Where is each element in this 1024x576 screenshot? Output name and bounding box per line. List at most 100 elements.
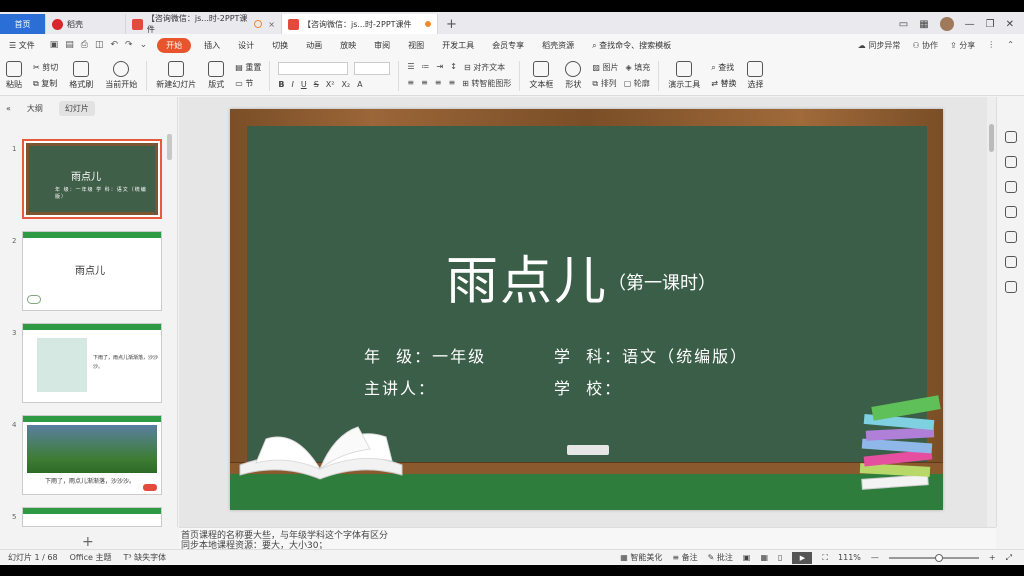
new-tab-button[interactable]: + bbox=[438, 14, 465, 34]
normal-view-icon[interactable]: ▣ bbox=[743, 553, 751, 562]
collapse-ribbon-icon[interactable]: ⌃ bbox=[1007, 40, 1014, 51]
menu-docer-resources[interactable]: 稻壳资源 bbox=[533, 40, 583, 51]
menu-animation[interactable]: 动画 bbox=[297, 40, 331, 51]
zoom-slider-handle[interactable] bbox=[934, 553, 943, 562]
reset-button[interactable]: ▤ 重置 bbox=[235, 62, 261, 73]
restore-icon[interactable]: ❐ bbox=[986, 19, 995, 30]
fullscreen-icon[interactable]: ⤢ bbox=[1006, 553, 1012, 563]
zoom-out-icon[interactable]: — bbox=[871, 553, 879, 562]
location-icon[interactable] bbox=[1004, 256, 1017, 268]
export-pdf-icon[interactable]: ▤ bbox=[65, 40, 74, 50]
menu-review[interactable]: 审阅 bbox=[365, 40, 399, 51]
font-color-icon[interactable]: A bbox=[357, 80, 362, 89]
fill-button[interactable]: ◈ 填充 bbox=[626, 62, 651, 73]
copy-button[interactable]: ⧉ 复制 bbox=[33, 78, 58, 89]
notes-pane[interactable]: 首页课程的名称要大些，与年级学科这个字体有区分 同步本地课程资源：要大，大小30… bbox=[179, 527, 996, 549]
layout-button[interactable]: 版式 bbox=[202, 61, 230, 90]
outline-button[interactable]: ▢ 轮廓 bbox=[624, 78, 650, 89]
play-slideshow-button[interactable]: ▶ bbox=[792, 551, 813, 564]
comments-button[interactable]: ✎ 批注 bbox=[708, 552, 733, 563]
speaker-text[interactable]: 主讲人： bbox=[364, 375, 436, 399]
convert-smartart-button[interactable]: ⊞ 转智能图形 bbox=[462, 78, 511, 89]
new-slide-button[interactable]: 新建幻灯片 bbox=[150, 61, 202, 90]
font-size-select[interactable] bbox=[354, 62, 391, 75]
export-icon[interactable] bbox=[1004, 281, 1017, 293]
adjust-icon[interactable] bbox=[1004, 156, 1017, 168]
collab-button[interactable]: ⚇ 协作 bbox=[912, 40, 938, 51]
menu-slideshow[interactable]: 放映 bbox=[331, 40, 365, 51]
grade-text[interactable]: 年 级：一年级 bbox=[364, 343, 486, 367]
menu-insert[interactable]: 插入 bbox=[195, 40, 229, 51]
layout-icon[interactable]: ▭ bbox=[899, 19, 908, 30]
customize-icon[interactable]: ⌄ bbox=[140, 40, 148, 50]
zoom-slider[interactable] bbox=[888, 553, 979, 562]
slide-thumbnail-2[interactable]: 雨点儿 bbox=[22, 231, 162, 311]
more-icon[interactable]: ⋮ bbox=[987, 40, 995, 51]
fit-window-icon[interactable]: ⛶ bbox=[822, 553, 828, 563]
menu-view[interactable]: 视图 bbox=[399, 40, 433, 51]
redo-icon[interactable]: ↷ bbox=[125, 40, 133, 50]
slide-thumbnail-1[interactable]: 雨点儿 年 级：一年级 学 科：语文（统编版） bbox=[22, 139, 162, 219]
image-icon[interactable] bbox=[1004, 231, 1017, 243]
smart-beautify-button[interactable]: ▦ 智能美化 bbox=[620, 552, 662, 563]
school-text[interactable]: 学 校： bbox=[554, 375, 622, 399]
align-text-button[interactable]: ⊟ 对齐文本 bbox=[464, 62, 505, 73]
remarks-button[interactable]: ≡ 备注 bbox=[672, 552, 697, 563]
underline-icon[interactable]: U bbox=[301, 80, 307, 89]
superscript-icon[interactable]: X² bbox=[326, 80, 335, 89]
minimize-icon[interactable]: — bbox=[965, 19, 975, 30]
strikethrough-icon[interactable]: S bbox=[314, 80, 319, 89]
sync-status[interactable]: ☁ 同步异常 bbox=[858, 40, 901, 51]
design-icon[interactable] bbox=[1004, 131, 1017, 143]
theme-name[interactable]: Office 主题 bbox=[70, 552, 112, 563]
bullets-icon[interactable]: ☰ bbox=[407, 62, 414, 73]
italic-icon[interactable]: I bbox=[291, 80, 293, 89]
print-icon[interactable]: ⎙ bbox=[81, 40, 88, 50]
textbox-button[interactable]: 文本框 bbox=[523, 61, 559, 90]
align-left-icon[interactable]: ≡ bbox=[407, 78, 414, 89]
avatar[interactable] bbox=[939, 17, 954, 31]
share-button[interactable]: ⇪ 分享 bbox=[950, 40, 975, 51]
zoom-level[interactable]: 111% bbox=[838, 553, 861, 562]
menu-member[interactable]: 会员专享 bbox=[483, 40, 533, 51]
subject-text[interactable]: 学 科：语文（统编版） bbox=[554, 343, 748, 367]
add-slide-button[interactable]: + bbox=[82, 534, 94, 550]
collapse-panel-icon[interactable]: « bbox=[6, 104, 11, 113]
save-icon[interactable]: ▣ bbox=[50, 40, 59, 50]
tab-document-2[interactable]: 【咨询微信：js...时-2PPT课件 bbox=[282, 14, 438, 34]
slide-subtitle[interactable]: （第一课时） bbox=[608, 269, 716, 295]
align-right-icon[interactable]: ≡ bbox=[435, 78, 442, 89]
presenter-tools-button[interactable]: 演示工具 bbox=[662, 61, 706, 90]
undo-icon[interactable]: ↶ bbox=[110, 40, 118, 50]
paste-button[interactable]: 粘贴 bbox=[0, 61, 28, 90]
tab-outline[interactable]: 大纲 bbox=[21, 101, 49, 116]
justify-icon[interactable]: ≡ bbox=[448, 78, 455, 89]
canvas-scrollbar[interactable] bbox=[987, 97, 996, 527]
select-button[interactable]: 选择 bbox=[741, 61, 769, 90]
subscript-icon[interactable]: X₂ bbox=[341, 80, 350, 89]
find-button[interactable]: ⌕ 查找 bbox=[711, 62, 736, 73]
numbering-icon[interactable]: ≔ bbox=[422, 62, 430, 73]
canvas-scrollbar-thumb[interactable] bbox=[989, 124, 994, 152]
zoom-in-icon[interactable]: + bbox=[989, 553, 996, 562]
shape-button[interactable]: 形状 bbox=[559, 61, 587, 90]
menu-start[interactable]: 开始 bbox=[157, 37, 192, 53]
help-icon[interactable] bbox=[1004, 206, 1017, 218]
menu-developer[interactable]: 开发工具 bbox=[433, 40, 483, 51]
close-tab-icon[interactable]: × bbox=[268, 20, 275, 29]
replace-button[interactable]: ⇄ 替换 bbox=[711, 78, 736, 89]
menu-design[interactable]: 设计 bbox=[229, 40, 263, 51]
bold-icon[interactable]: B bbox=[278, 80, 284, 89]
arrange-button[interactable]: ⧉ 排列 bbox=[592, 78, 616, 89]
file-menu[interactable]: ☰ 文件 bbox=[0, 40, 44, 51]
tab-slides[interactable]: 幻灯片 bbox=[58, 100, 95, 116]
section-button[interactable]: ▭ 节 bbox=[235, 78, 261, 89]
command-search[interactable]: ⌕ 查找命令、搜索模板 bbox=[583, 40, 680, 51]
close-window-icon[interactable]: ✕ bbox=[1006, 19, 1014, 30]
play-from-current-button[interactable]: 当前开始 bbox=[99, 61, 143, 90]
current-slide[interactable]: 雨点儿 （第一课时） 年 级：一年级 学 科：语文（统编版） 主讲人： 学 校： bbox=[230, 109, 943, 510]
reading-view-icon[interactable]: ▯ bbox=[778, 553, 782, 562]
panel-scrollbar[interactable] bbox=[167, 134, 172, 160]
animation-icon[interactable] bbox=[1004, 181, 1017, 193]
menu-transition[interactable]: 切换 bbox=[263, 40, 297, 51]
